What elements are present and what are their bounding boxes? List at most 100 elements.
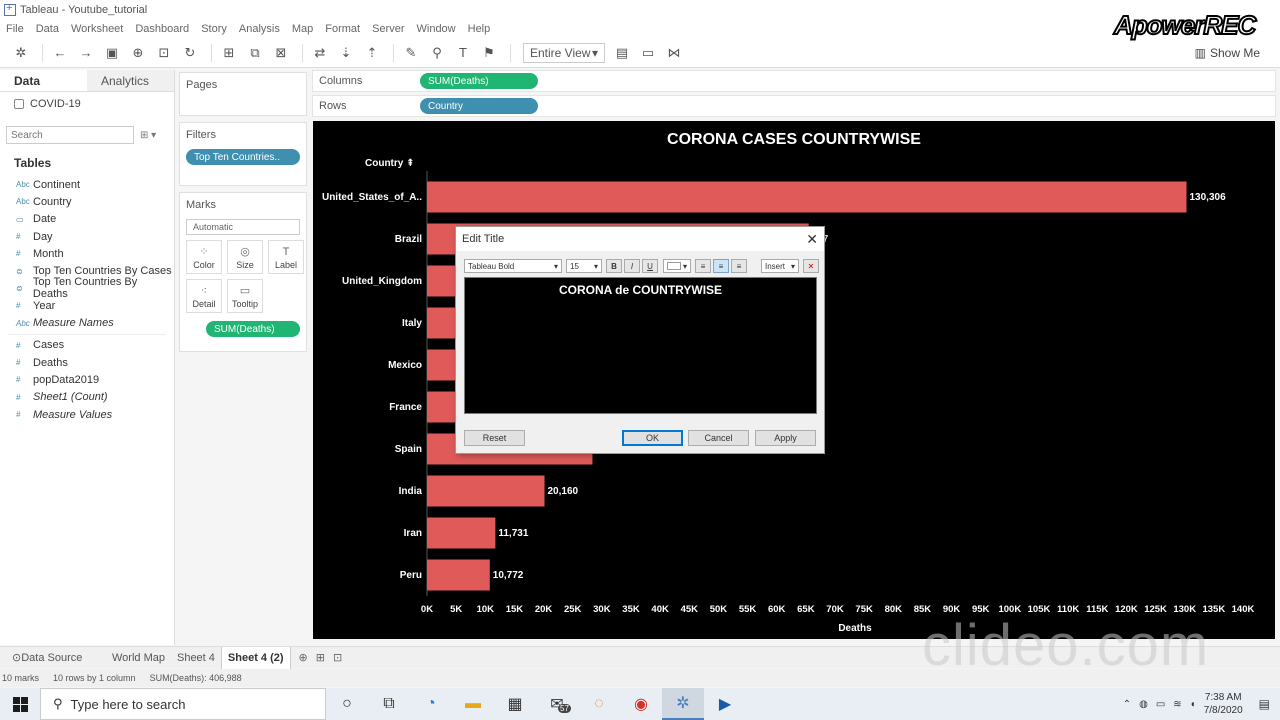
align-left-button[interactable]: ≡ [695, 259, 711, 273]
bar[interactable] [427, 181, 1187, 213]
pause-updates-icon[interactable]: ⊡ [153, 42, 175, 64]
category-label[interactable]: Italy [402, 318, 422, 329]
category-label[interactable]: India [399, 486, 423, 497]
italic-button[interactable]: I [624, 259, 640, 273]
view-options-icon[interactable]: ⊞ ▾ [140, 130, 156, 141]
new-worksheet-icon[interactable]: ⊞ [218, 42, 240, 64]
chevron-up-icon[interactable]: ⌃ [1123, 699, 1131, 710]
show-cards-icon[interactable]: ▤ [611, 42, 633, 64]
field-item[interactable]: # Measure Values [0, 406, 174, 423]
redo-icon[interactable]: → [75, 42, 97, 64]
tab-data[interactable]: Data [0, 70, 87, 91]
rows-shelf[interactable]: Rows Country [312, 95, 1276, 117]
field-item[interactable]: Abc Country [0, 193, 174, 210]
mark-size-button[interactable]: ◎ Size [227, 240, 263, 274]
datasource-item[interactable]: COVID-19 [0, 92, 174, 116]
chrome-icon[interactable]: ◉ [620, 688, 662, 720]
menu-help[interactable]: Help [468, 23, 491, 35]
field-item[interactable]: # Deaths [0, 354, 174, 371]
highlight-icon[interactable]: ✎ [400, 42, 422, 64]
notification-icon[interactable]: ▤ [1259, 697, 1270, 711]
sort-ascending-icon[interactable]: ⇣ [335, 42, 357, 64]
menu-analysis[interactable]: Analysis [239, 23, 280, 35]
mark-label-button[interactable]: T Label [268, 240, 304, 274]
menu-map[interactable]: Map [292, 23, 313, 35]
title-text-editor[interactable]: CORONA de COUNTRYWISE [464, 277, 817, 414]
taskbar-search-box[interactable]: ⚲ Type here to search [40, 688, 326, 720]
share-icon[interactable]: ⋈ [663, 42, 685, 64]
new-story-icon[interactable]: ⊡ [333, 651, 342, 664]
ok-button[interactable]: OK [622, 430, 683, 446]
clear-sheet-icon[interactable]: ⊠ [270, 42, 292, 64]
x-axis-label[interactable]: Deaths [838, 623, 872, 634]
menu-story[interactable]: Story [201, 23, 227, 35]
mark-detail-button[interactable]: ⁖ Detail [186, 279, 222, 313]
field-item[interactable]: Abc Measure Names [0, 314, 174, 331]
underline-button[interactable]: U [642, 259, 658, 273]
menu-server[interactable]: Server [372, 23, 404, 35]
show-me-button[interactable]: ▥ Show Me [1195, 46, 1260, 60]
presentation-mode-icon[interactable]: ▭ [637, 42, 659, 64]
network-icon[interactable]: ◍ [1139, 699, 1148, 710]
file-explorer-icon[interactable]: ▬ [452, 688, 494, 720]
editor-text[interactable]: CORONA de COUNTRYWISE [465, 283, 816, 297]
filters-card[interactable]: Filters Top Ten Countries.. [179, 122, 307, 186]
field-item[interactable]: Abc Continent [0, 176, 174, 193]
battery-icon[interactable]: ▭ [1156, 699, 1165, 710]
cortana-icon[interactable]: ○ [326, 688, 368, 720]
view-size-select[interactable]: Entire View ▾ [523, 42, 605, 63]
rows-pill[interactable]: Country [420, 98, 538, 114]
columns-pill[interactable]: SUM(Deaths) [420, 73, 538, 89]
cancel-button[interactable]: Cancel [688, 430, 749, 446]
menu-data[interactable]: Data [36, 23, 59, 35]
tab-sheet-4[interactable]: Sheet 4 [171, 647, 221, 669]
sort-descending-icon[interactable]: ⇡ [361, 42, 383, 64]
group-members-icon[interactable]: ⚲ [426, 42, 448, 64]
field-item[interactable]: # Day [0, 228, 174, 245]
font-select[interactable]: Tableau Bold ▾ [464, 259, 562, 273]
save-icon[interactable]: ▣ [101, 42, 123, 64]
tab-data-source[interactable]: ⊙ Data Source [6, 647, 106, 669]
field-item[interactable]: ⊜ Top Ten Countries By Deaths [0, 276, 174, 300]
edge-icon[interactable]: ◔ [410, 688, 452, 720]
field-item[interactable]: # Month [0, 245, 174, 262]
field-item[interactable]: # popData2019 [0, 371, 174, 388]
menu-dashboard[interactable]: Dashboard [135, 23, 189, 35]
new-datasource-icon[interactable]: ⊕ [127, 42, 149, 64]
align-right-button[interactable]: ≡ [731, 259, 747, 273]
pages-card[interactable]: Pages [179, 72, 307, 116]
start-button[interactable] [0, 688, 40, 720]
tab-analytics[interactable]: Analytics [87, 70, 174, 91]
field-search-input[interactable] [6, 126, 134, 144]
tableau-taskbar-icon[interactable]: ✲ [662, 688, 704, 720]
apowerrec-taskbar-icon[interactable]: ▶ [704, 688, 746, 720]
wifi-icon[interactable]: ≋ [1173, 699, 1181, 710]
bar[interactable] [427, 517, 496, 549]
mail-icon[interactable]: ✉ 57 [536, 688, 578, 720]
jupyter-icon[interactable]: ◌ [578, 688, 620, 720]
category-label[interactable]: Iran [404, 528, 422, 539]
refresh-icon[interactable]: ↻ [179, 42, 201, 64]
category-label[interactable]: United_States_of_A.. [322, 192, 422, 203]
reset-button[interactable]: Reset [464, 430, 525, 446]
mark-color-button[interactable]: ⁘ Color [186, 240, 222, 274]
font-size-select[interactable]: 15 ▾ [566, 259, 602, 273]
bar[interactable] [427, 559, 490, 591]
mark-type-select[interactable]: Automatic [186, 219, 300, 235]
new-worksheet-icon[interactable]: ⊕ [299, 651, 308, 664]
store-icon[interactable]: ▦ [494, 688, 536, 720]
tab-sheet-4-2[interactable]: Sheet 4 (2) [220, 646, 291, 669]
bold-button[interactable]: B [606, 259, 622, 273]
marks-label-pill[interactable]: SUM(Deaths) [206, 321, 300, 337]
show-mark-labels-icon[interactable]: T [452, 42, 474, 64]
insert-menu[interactable]: Insert ▾ [761, 259, 799, 273]
category-label[interactable]: United_Kingdom [342, 276, 422, 287]
category-label[interactable]: Peru [400, 570, 422, 581]
swap-rows-columns-icon[interactable]: ⇄ [309, 42, 331, 64]
category-label[interactable]: Brazil [395, 234, 422, 245]
task-view-icon[interactable]: ⧉ [368, 688, 410, 720]
clear-format-icon[interactable]: ✕ [803, 259, 819, 273]
columns-shelf[interactable]: Columns SUM(Deaths) [312, 70, 1276, 92]
menu-file[interactable]: File [6, 23, 24, 35]
menu-format[interactable]: Format [325, 23, 360, 35]
